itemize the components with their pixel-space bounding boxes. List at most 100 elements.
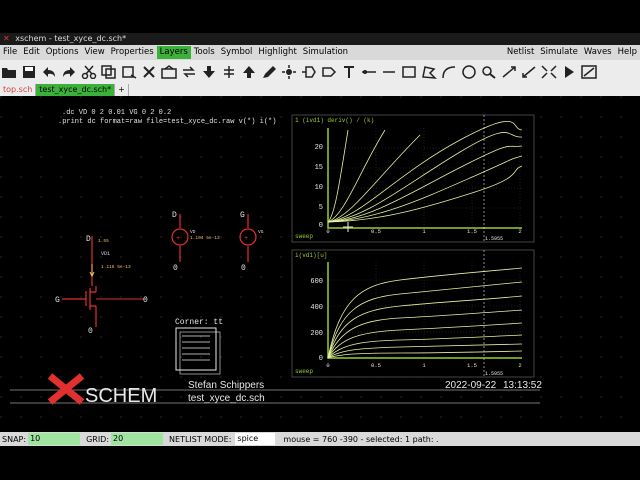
- menu-edit[interactable]: Edit: [20, 46, 42, 59]
- menu-simulation[interactable]: Simulation: [300, 46, 351, 59]
- place-symbol-icon[interactable]: [220, 62, 238, 82]
- pin-icon[interactable]: [300, 62, 318, 82]
- plot1-ytick-10: 10: [315, 184, 323, 192]
- toolbar: [0, 60, 640, 84]
- vd1-label: VD1: [101, 251, 110, 257]
- vg-node-g: G: [240, 211, 245, 220]
- plot2-cursor-value: 1.5955: [485, 371, 503, 377]
- menu-symbol[interactable]: Symbol: [218, 46, 256, 59]
- spice-command-dc: .dc VD 0 2 0.01 VG 0 2 0.2: [62, 109, 171, 117]
- xschem-app-icon: ✕: [3, 34, 10, 43]
- plot2-ytick-0: 0: [319, 355, 323, 363]
- menu-highlight[interactable]: Highlight: [255, 46, 299, 59]
- net-label-icon[interactable]: [320, 62, 338, 82]
- schematic-tabs: top.sch test_xyce_dc.sch* +: [0, 84, 640, 96]
- tab-test-xyce-dc[interactable]: test_xyce_dc.sch*: [36, 84, 116, 96]
- plot1-title: 1 (ivd1) deriv() / (k): [295, 117, 374, 124]
- zoom-full-icon[interactable]: [540, 62, 558, 82]
- menu-properties[interactable]: Properties: [108, 46, 157, 59]
- vd-node-zero: 0: [173, 264, 178, 273]
- text-icon[interactable]: [340, 62, 358, 82]
- menu-file[interactable]: File: [0, 46, 20, 59]
- screen-border: [0, 446, 640, 480]
- plot1-xtick-1.5: 1.5: [467, 228, 477, 235]
- line-icon[interactable]: [380, 62, 398, 82]
- vg-node-zero: 0: [241, 264, 246, 273]
- polygon-icon[interactable]: [420, 62, 438, 82]
- menu-help[interactable]: Help: [615, 46, 640, 59]
- node-g-label: G: [55, 296, 60, 305]
- menu-options[interactable]: Options: [43, 46, 82, 59]
- window-title: xschem - test_xyce_dc.sch*: [15, 34, 127, 43]
- tab-top-sch[interactable]: top.sch: [0, 84, 37, 96]
- menu-layers[interactable]: Layers: [156, 46, 191, 59]
- move-icon[interactable]: [120, 62, 138, 82]
- svg-text:+: +: [244, 235, 248, 243]
- menu-simulate[interactable]: Simulate: [537, 46, 581, 59]
- vd-node-d: D: [172, 211, 177, 220]
- svg-text:+: +: [176, 235, 180, 243]
- open-icon[interactable]: [0, 62, 18, 82]
- grid-input[interactable]: 20: [111, 433, 164, 445]
- plot-current[interactable]: i(vd1)[u] 600 400 200 0 0 0.5 1 1.5 2 sw…: [291, 249, 535, 378]
- grid-label: GRID:: [86, 434, 110, 444]
- menu-waves[interactable]: Waves: [581, 46, 615, 59]
- netlist-mode-value[interactable]: spice: [235, 433, 276, 445]
- status-info: mouse = 760 -390 - selected: 1 path: .: [283, 434, 439, 444]
- snap-label: SNAP:: [2, 434, 27, 444]
- highlight-icon[interactable]: [280, 62, 298, 82]
- plot2-xtick-2: 2: [518, 362, 521, 369]
- redo-icon[interactable]: [60, 62, 78, 82]
- save-icon[interactable]: [20, 62, 38, 82]
- plot1-ytick-5: 5: [319, 204, 323, 212]
- plot1-ytick-20: 20: [315, 144, 323, 152]
- plot1-ytick-0: 0: [319, 222, 323, 230]
- plot1-ytick-15: 15: [315, 164, 323, 172]
- plot2-xtick-0.5: 0.5: [371, 362, 381, 369]
- descend-icon[interactable]: [560, 62, 578, 82]
- node-b-zero: 0: [143, 296, 148, 305]
- pencil-icon[interactable]: [260, 62, 278, 82]
- snap-input[interactable]: 10: [28, 433, 81, 445]
- plot1-sweep-label: sweep: [295, 233, 313, 240]
- rect-icon[interactable]: [400, 62, 418, 82]
- node-d-label: D: [86, 235, 91, 244]
- vd-label: VD: [190, 229, 196, 235]
- plot-derivative[interactable]: 1 (ivd1) deriv() / (k) 20 15 10 5 0 0 0.…: [291, 114, 535, 243]
- plot2-title: i(vd1)[u]: [295, 252, 327, 259]
- insert-icon[interactable]: [160, 62, 178, 82]
- plot2-sweep-label: sweep: [295, 368, 313, 375]
- menu-bar: File Edit Options View Properties Layers…: [0, 45, 640, 60]
- plot1-xtick-0.5: 0.5: [371, 228, 381, 235]
- arc-icon[interactable]: [440, 62, 458, 82]
- menu-view[interactable]: View: [82, 46, 108, 59]
- wire-icon[interactable]: [360, 62, 378, 82]
- add-tab-button[interactable]: +: [115, 84, 129, 96]
- zoom-out-icon[interactable]: [520, 62, 538, 82]
- schematic-filename: test_xyce_dc.sch: [188, 393, 265, 404]
- plot2-ytick-400: 400: [310, 304, 323, 312]
- back-icon[interactable]: [580, 62, 598, 82]
- menu-netlist[interactable]: Netlist: [504, 46, 537, 59]
- up-icon[interactable]: [240, 62, 258, 82]
- netlist-mode-label: NETLIST MODE:: [169, 434, 232, 444]
- plot1-xtick-0: 0: [326, 228, 329, 235]
- logo-text: SCHEM: [85, 385, 157, 407]
- menu-tools[interactable]: Tools: [191, 46, 218, 59]
- copy-icon[interactable]: [100, 62, 118, 82]
- zoom-in-icon[interactable]: [500, 62, 518, 82]
- cut-icon[interactable]: [80, 62, 98, 82]
- vd-current: 1.104 5e-13: [190, 235, 220, 241]
- plot1-cursor-value: 1.5955: [485, 236, 503, 242]
- schematic-canvas[interactable]: .dc VD 0 2 0.01 VG 0 2 0.2 .print dc for…: [0, 96, 640, 430]
- rotate-icon[interactable]: [180, 62, 198, 82]
- undo-icon[interactable]: [40, 62, 58, 82]
- circle-icon[interactable]: [460, 62, 478, 82]
- plot2-ytick-200: 200: [310, 330, 323, 338]
- plot1-xtick-2: 2: [518, 228, 521, 235]
- status-bar: SNAP: 10 GRID: 20 NETLIST MODE: spice mo…: [0, 432, 640, 446]
- zoom-icon[interactable]: [480, 62, 498, 82]
- delete-icon[interactable]: [140, 62, 158, 82]
- down-icon[interactable]: [200, 62, 218, 82]
- vg-label: VG: [258, 229, 264, 235]
